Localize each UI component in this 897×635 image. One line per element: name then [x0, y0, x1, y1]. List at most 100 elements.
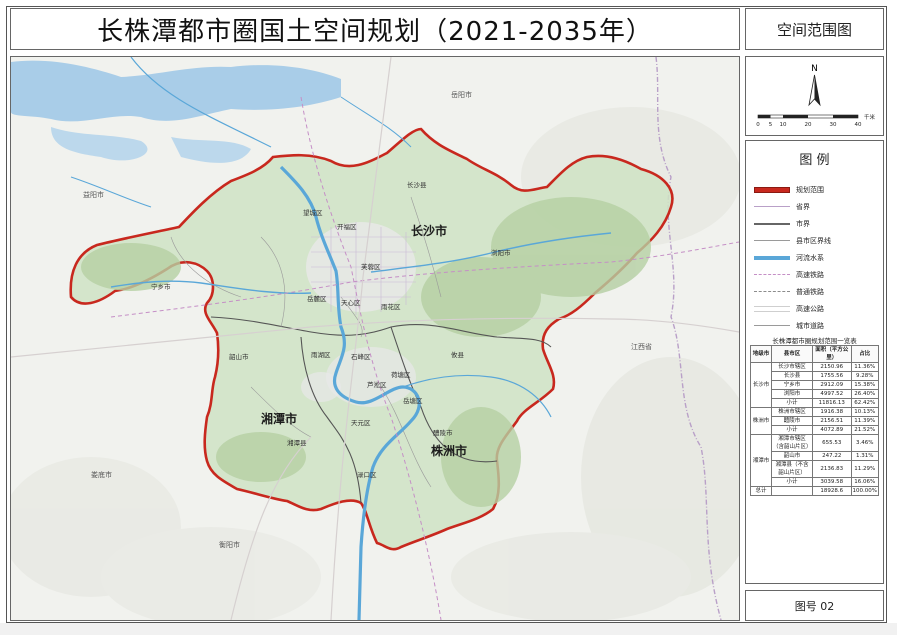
north-arrow-svg: N 0 5 10 20 30 40千米 [756, 64, 876, 128]
cell-district: 小计 [771, 477, 813, 487]
legend-symbol [754, 185, 790, 195]
cell-area: 1755.56 [812, 371, 852, 381]
cell-area: 11816.13 [812, 398, 852, 408]
district-label: 浏阳市 [491, 248, 511, 257]
district-label: 雨花区 [381, 302, 401, 311]
district-label: 望城区 [303, 208, 323, 217]
district-label: 韶山市 [229, 352, 249, 361]
cell-pct: 15.38% [850, 380, 880, 390]
context-label: 衡阳市 [219, 540, 240, 549]
cell-pct: 11.36% [850, 362, 880, 372]
scale-tick-label: 20 [805, 122, 812, 128]
label-zhuzhou: 株洲市 [431, 443, 467, 458]
header-city: 地级市 [750, 345, 772, 363]
context-label: 江西省 [631, 342, 652, 351]
legend-label: 河流水系 [796, 254, 824, 262]
north-letter: N [811, 64, 818, 74]
legend-label: 市界 [796, 220, 810, 228]
scale-tick-label: 10 [780, 122, 787, 128]
cell-district: 长沙市辖区 [771, 362, 813, 372]
cell-pct: 100.00% [850, 486, 880, 496]
district-label: 长沙县 [407, 180, 427, 189]
legend-symbol [754, 321, 790, 331]
cell-area: 2136.83 [812, 460, 852, 478]
context-label: 娄底市 [91, 470, 112, 479]
legend-label: 高速铁路 [796, 271, 824, 279]
cell-pct: 1.31% [850, 451, 880, 461]
scale-tick-label: 5 [769, 122, 773, 128]
legend-symbol [754, 253, 790, 263]
cell-pct: 26.40% [850, 389, 880, 399]
scale-tick-label: 40 [855, 122, 862, 128]
label-xiangtan: 湘潭市 [261, 411, 297, 426]
legend-item: 普通铁路 [754, 287, 824, 297]
header-district: 县市区 [771, 345, 813, 363]
legend-symbol [754, 219, 790, 229]
cell-area: 247.22 [812, 451, 852, 461]
scale-bar [757, 114, 859, 119]
legend-label: 规划范围 [796, 186, 824, 194]
cell-district [771, 486, 813, 496]
header-area: 面积（平方公里） [812, 345, 852, 363]
legend-panel: 图 例 规划范围 省界 市界 县市区界线 河流水系 高速铁路 普通铁路 高速公路 城市道路 长株… [745, 140, 884, 584]
legend-title: 图 例 [799, 153, 830, 168]
north-arrow-panel: N 0 5 10 20 30 40 千米 [745, 56, 884, 136]
cell-city: 湘潭市 [750, 434, 772, 487]
cell-district: 浏阳市 [771, 389, 813, 399]
legend-item: 市界 [754, 219, 810, 229]
cell-pct: 3.46% [850, 434, 880, 452]
bottom-bar [0, 623, 897, 635]
map-panel[interactable]: 长沙市 湘潭市 株洲市 长沙县 开福区 望城区 芙蓉区 雨花区 岳麓区 天心区 宁乡市 浏阳市韶… [10, 56, 740, 621]
district-label: 天心区 [341, 299, 361, 307]
cell-district: 醴陵市 [771, 416, 813, 426]
legend-item: 省界 [754, 202, 810, 212]
cell-pct: 16.06% [850, 477, 880, 487]
scale-tick-label: 0 [756, 122, 760, 128]
cell-area: 2156.51 [812, 416, 852, 426]
district-label: 宁乡市 [151, 282, 171, 291]
area-table-header: 地级市 县市区 面积（平方公里） 占比 [750, 345, 880, 363]
legend-label: 城市道路 [796, 322, 824, 330]
cell-area: 4997.52 [812, 389, 852, 399]
header-pct: 占比 [850, 345, 880, 363]
cell-district: 宁乡市 [771, 380, 813, 390]
map-title: 长株潭都市圈国土空间规划（2021-2035年） [10, 8, 740, 50]
cell-pct: 21.52% [850, 425, 880, 435]
cell-district: 小计 [771, 425, 813, 435]
legend-label: 普通铁路 [796, 288, 824, 296]
cell-area: 4072.89 [812, 425, 852, 435]
table-row: 总计 18928.6 100.00% [750, 486, 880, 496]
district-label: 岳麓区 [307, 294, 327, 303]
cell-city: 株洲市 [750, 407, 772, 435]
cell-pct: 11.29% [850, 460, 880, 478]
district-label: 攸县 [451, 350, 465, 359]
cell-district: 株洲市辖区 [771, 407, 813, 417]
legend-item: 高速铁路 [754, 270, 824, 280]
legend-item: 城市道路 [754, 321, 824, 331]
sheet-name: 空间范围图 [745, 8, 884, 50]
district-label: 石峰区 [351, 352, 371, 361]
district-label: 醴陵市 [433, 428, 453, 437]
cell-city: 长沙市 [750, 362, 772, 408]
cell-area: 655.53 [812, 434, 852, 452]
cell-area: 3039.58 [812, 477, 852, 487]
cell-district: 湘潭县（不含韶山片区） [771, 460, 813, 478]
context-label: 益阳市 [83, 190, 104, 199]
legend-item: 县市区界线 [754, 236, 831, 246]
legend-symbol [754, 304, 790, 314]
legend-label: 省界 [796, 203, 810, 211]
table-row: 长沙市 长沙市辖区 2150.96 11.36% [750, 362, 880, 408]
cell-area: 2150.96 [812, 362, 852, 372]
scale-unit: 千米 [864, 113, 876, 121]
legend-symbol [754, 287, 790, 297]
cell-city: 总计 [750, 486, 772, 496]
cell-district: 长沙县 [771, 371, 813, 381]
table-row: 湘潭市 湘潭市辖区（含韶山片区） 655.53 3.46% [750, 434, 880, 487]
cell-pct: 11.39% [850, 416, 880, 426]
cell-district: 湘潭市辖区（含韶山片区） [771, 434, 813, 452]
legend-label: 高速公路 [796, 305, 824, 313]
map-canvas[interactable]: 长沙市 湘潭市 株洲市 长沙县开福区 望城区芙蓉区雨花区 岳麓区 天心区 宁乡市 浏阳市韶… [11, 57, 739, 620]
cell-area: 18928.6 [812, 486, 852, 496]
figure-number: 图号 02 [745, 590, 884, 621]
district-label: 开福区 [337, 222, 357, 231]
